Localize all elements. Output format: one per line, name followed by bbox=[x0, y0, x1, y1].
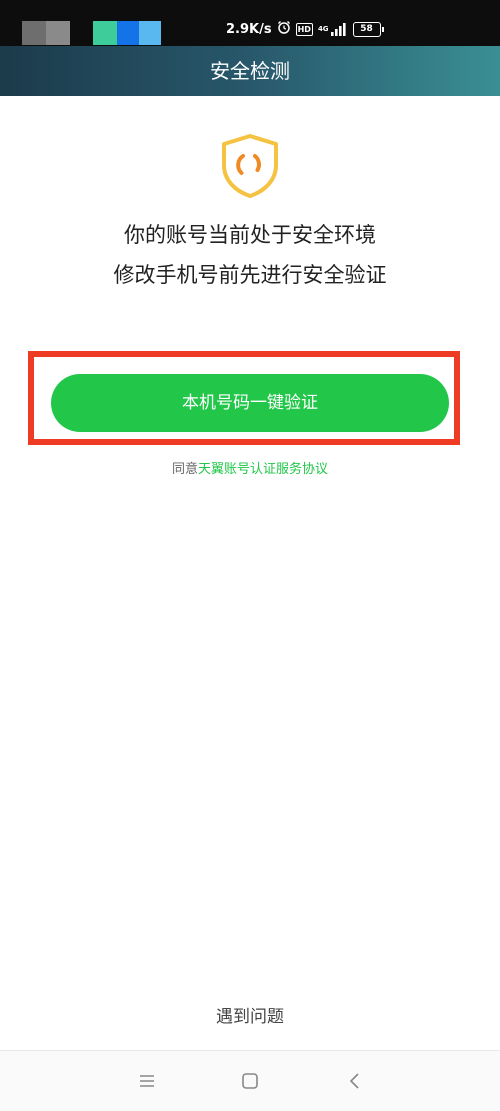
signal-bars-icon bbox=[330, 22, 346, 36]
agreement-link[interactable]: 天翼账号认证服务协议 bbox=[198, 462, 328, 477]
one-click-verify-button[interactable]: 本机号码一键验证 bbox=[51, 374, 449, 432]
home-icon[interactable] bbox=[238, 1069, 262, 1093]
navigation-bar bbox=[0, 1051, 500, 1111]
menu-icon[interactable] bbox=[135, 1069, 159, 1093]
battery-icon: 58 bbox=[352, 21, 384, 37]
problem-link[interactable]: 遇到问题 bbox=[0, 1002, 500, 1027]
page-title: 安全检测 bbox=[210, 59, 290, 83]
blurred-app-icon bbox=[93, 21, 117, 45]
agreement-prefix: 同意 bbox=[171, 462, 198, 477]
back-icon[interactable] bbox=[343, 1069, 367, 1093]
blurred-app-icon bbox=[139, 21, 161, 45]
shield-icon bbox=[219, 133, 281, 199]
alarm-clock-icon bbox=[277, 20, 291, 38]
message-line-2: 修改手机号前先进行安全验证 bbox=[113, 263, 387, 287]
hd-badge: HD bbox=[295, 22, 313, 36]
battery-level: 58 bbox=[360, 23, 373, 34]
blurred-app-icon bbox=[117, 21, 139, 45]
network-type: 4G bbox=[317, 25, 329, 33]
signal-icon: 4G bbox=[317, 22, 348, 36]
title-bar: 安全检测 bbox=[0, 46, 500, 96]
message-line-1: 你的账号当前处于安全环境 bbox=[124, 223, 376, 247]
blurred-app-icon bbox=[22, 21, 46, 45]
net-speed: 2.9K/s bbox=[226, 21, 272, 37]
blurred-app-icon bbox=[46, 21, 70, 45]
status-bar: 2.9K/s HD 4G 58 bbox=[0, 0, 500, 46]
agreement-text: 同意天翼账号认证服务协议 bbox=[0, 458, 500, 477]
